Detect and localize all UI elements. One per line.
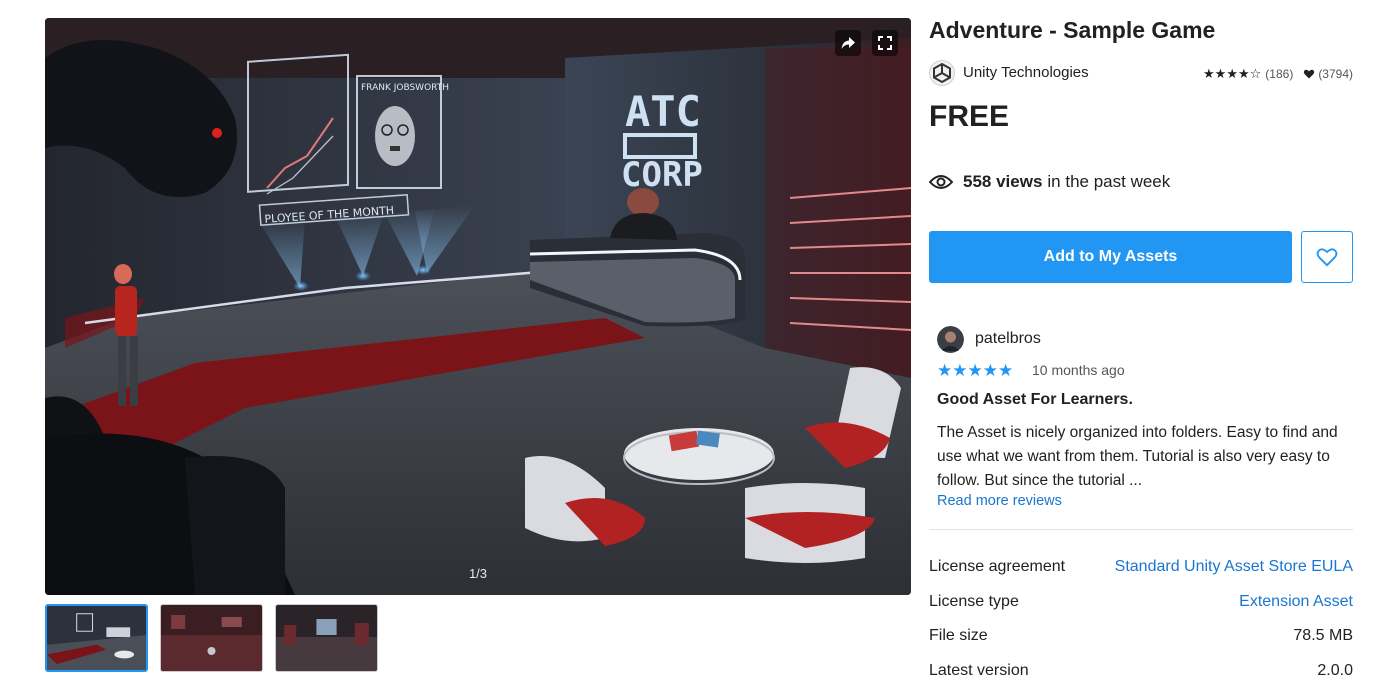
share-icon bbox=[841, 37, 855, 49]
file-size-value: 78.5 MB bbox=[1293, 627, 1353, 644]
rating-count[interactable]: (186) bbox=[1265, 67, 1293, 81]
review-body: The Asset is nicely organized into folde… bbox=[937, 424, 1338, 489]
latest-version-value: 2.0.0 bbox=[1317, 662, 1353, 679]
favorites-count: (3794) bbox=[1318, 67, 1353, 81]
unity-logo-icon bbox=[929, 60, 955, 86]
eye-icon bbox=[929, 175, 953, 189]
views-stat: 558 views in the past week bbox=[929, 172, 1170, 192]
heart-icon bbox=[1303, 68, 1315, 80]
game-screenshot: FRANK JOBSWORTH PLOYEE OF THE MONTH ATC … bbox=[45, 18, 911, 595]
share-button[interactable] bbox=[835, 30, 861, 56]
main-preview-image[interactable]: FRANK JOBSWORTH PLOYEE OF THE MONTH ATC … bbox=[45, 18, 911, 595]
image-counter: 1/3 bbox=[468, 566, 488, 581]
thumbnail-strip bbox=[45, 604, 378, 672]
info-label: Latest version bbox=[929, 662, 1029, 679]
rating-stars: ★★★★☆ bbox=[1203, 66, 1262, 81]
divider bbox=[929, 529, 1353, 530]
views-suffix: in the past week bbox=[1047, 172, 1171, 191]
add-to-my-assets-button[interactable]: Add to My Assets bbox=[929, 231, 1292, 283]
publisher-row: Unity Technologies ★★★★☆ (186) (3794) bbox=[929, 60, 1353, 86]
review-date: 10 months ago bbox=[1032, 362, 1125, 378]
thumbnail-image bbox=[276, 605, 377, 671]
license-agreement-link[interactable]: Standard Unity Asset Store EULA bbox=[1115, 558, 1353, 576]
thumbnail-3[interactable] bbox=[275, 604, 378, 672]
thumbnail-2[interactable] bbox=[160, 604, 263, 672]
info-label: File size bbox=[929, 627, 988, 644]
product-title: Adventure - Sample Game bbox=[929, 17, 1216, 43]
info-label: License agreement bbox=[929, 558, 1066, 575]
info-label: License type bbox=[929, 593, 1019, 610]
views-count: 558 views bbox=[963, 172, 1043, 191]
fullscreen-button[interactable] bbox=[872, 30, 898, 56]
thumbnail-1[interactable] bbox=[45, 604, 148, 672]
info-row-latest-version: Latest version 2.0.0 bbox=[929, 662, 1353, 686]
price: FREE bbox=[929, 100, 1010, 133]
corp-sign-top: ATC bbox=[625, 87, 701, 136]
license-type-link[interactable]: Extension Asset bbox=[1239, 593, 1353, 611]
favorite-button[interactable] bbox=[1301, 231, 1353, 283]
publisher-link[interactable]: Unity Technologies bbox=[963, 64, 1089, 81]
thumbnail-image bbox=[161, 605, 262, 671]
corp-sign-bottom: CORP bbox=[621, 155, 703, 195]
info-row-license-type: License type Extension Asset bbox=[929, 593, 1353, 617]
review-stars: ★★★★★ bbox=[937, 361, 1014, 380]
avatar bbox=[937, 326, 964, 353]
reviewer-name[interactable]: patelbros bbox=[975, 330, 1041, 348]
fullscreen-icon bbox=[878, 36, 892, 50]
heart-outline-icon bbox=[1316, 248, 1338, 267]
poster-title: FRANK JOBSWORTH bbox=[361, 83, 449, 93]
review-title: Good Asset For Learners. bbox=[937, 391, 1133, 408]
info-row-license-agreement: License agreement Standard Unity Asset S… bbox=[929, 558, 1353, 582]
thumbnail-image bbox=[47, 606, 146, 670]
info-row-file-size: File size 78.5 MB bbox=[929, 627, 1353, 651]
read-more-reviews-link[interactable]: Read more reviews bbox=[937, 493, 1062, 509]
rating-summary: ★★★★☆ (186) (3794) bbox=[1203, 66, 1353, 82]
